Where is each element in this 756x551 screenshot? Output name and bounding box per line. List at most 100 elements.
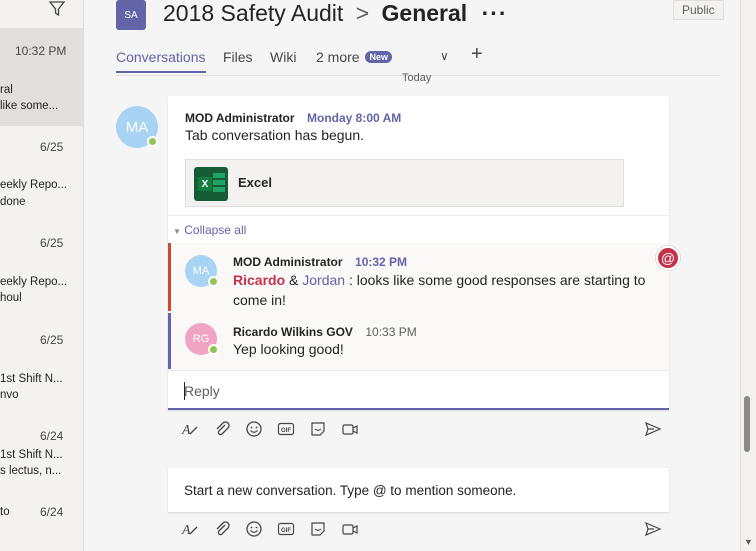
reply-placeholder: Reply — [184, 383, 220, 399]
chat-title: 1st Shift N... — [0, 373, 63, 385]
gif-icon[interactable]: GIF — [277, 420, 295, 438]
channel-name: General — [381, 0, 468, 26]
meet-now-icon[interactable] — [341, 520, 359, 538]
avatar-initials: MA — [192, 265, 210, 277]
filter-icon[interactable] — [48, 0, 66, 18]
author-name: MOD Administrator — [185, 111, 295, 125]
avatar-initials: RG — [192, 333, 210, 345]
message-header: MOD Administrator Monday 8:00 AM — [185, 109, 401, 127]
svg-text:A: A — [181, 523, 191, 538]
chat-preview: like some... — [0, 100, 59, 112]
svg-text:GIF: GIF — [281, 428, 291, 434]
chat-title: ral — [0, 84, 13, 96]
replies: MA MOD Administrator 10:32 PM Ricardo & … — [168, 243, 669, 370]
tab-more[interactable]: 2 more New — [316, 49, 392, 65]
chat-time: 6/25 — [40, 140, 64, 154]
collapse-label: Collapse all — [184, 223, 247, 237]
chat-preview: s lectus, n... — [0, 465, 62, 477]
chat-title: eekly Repo... — [0, 179, 68, 191]
chat-preview: done — [0, 196, 26, 208]
svg-text:GIF: GIF — [281, 528, 291, 534]
channel-tabs: Conversations Files Wiki 2 more New ∨ + — [116, 40, 720, 76]
timestamp: Monday 8:00 AM — [307, 111, 402, 125]
gif-icon[interactable]: GIF — [277, 520, 295, 538]
mention-ricardo[interactable]: Ricardo — [233, 272, 285, 288]
presence-icon — [208, 344, 219, 355]
chat-time: 6/24 — [40, 429, 64, 443]
meet-now-icon[interactable] — [341, 420, 359, 438]
compose-toolbar: A GIF — [181, 520, 669, 542]
chat-list-item[interactable]: 6/25 1st Shift N... nvo — [0, 327, 83, 417]
ampersand: & — [285, 272, 303, 288]
reply-input[interactable]: Reply — [168, 370, 669, 410]
chat-list-pane: 10:32 PM ral like some... 6/25 eekly Rep… — [0, 0, 84, 551]
chat-time: 6/25 — [40, 236, 64, 250]
timestamp: 10:32 PM — [355, 255, 408, 269]
new-badge: New — [365, 51, 392, 63]
avatar-initials: MA — [125, 118, 149, 136]
emoji-icon[interactable] — [245, 420, 263, 438]
tab-more-label: 2 more — [316, 49, 360, 65]
date-divider: Today — [402, 72, 432, 84]
more-options-icon[interactable]: ··· — [482, 0, 508, 26]
mention-jordan[interactable]: Jordan — [302, 272, 345, 288]
chevron-down-icon[interactable]: ∨ — [440, 49, 449, 63]
chat-title: 1st Shift N... — [0, 449, 63, 461]
breadcrumb-separator: > — [355, 0, 370, 26]
attach-icon[interactable] — [213, 420, 231, 438]
channel-header: 2018 Safety Audit > General ··· — [163, 0, 508, 27]
scrollbar[interactable]: ▼ — [740, 0, 756, 551]
author-name: Ricardo Wilkins GOV — [233, 325, 353, 339]
add-tab-icon[interactable]: + — [471, 43, 483, 66]
chat-title: eekly Repo... — [0, 276, 68, 288]
chat-title: to — [0, 506, 10, 518]
chat-preview: nvo — [0, 389, 19, 401]
timestamp: 10:33 PM — [365, 325, 417, 339]
caret-down-icon: ▼ — [173, 227, 181, 236]
chat-list-item[interactable]: 6/25 eekly Repo... done — [0, 134, 83, 224]
reply-toolbar: A GIF — [181, 420, 669, 442]
author-name: MOD Administrator — [233, 255, 343, 269]
chat-time: 6/25 — [40, 333, 64, 347]
collapse-all-link[interactable]: ▼ Collapse all — [168, 215, 669, 243]
team-avatar: SA — [116, 0, 146, 30]
reply-item: RG Ricardo Wilkins GOV 10:33 PM Yep look… — [168, 313, 669, 369]
message-text: Tab conversation has begun. — [185, 127, 365, 143]
presence-icon — [147, 136, 158, 147]
message-text: Yep looking good! — [233, 341, 344, 357]
attachment-card[interactable]: X Excel — [185, 159, 624, 207]
sticker-icon[interactable] — [309, 420, 327, 438]
team-name[interactable]: 2018 Safety Audit — [163, 0, 343, 26]
mention-icon: @ — [656, 246, 680, 270]
tab-conversations[interactable]: Conversations — [116, 49, 206, 73]
tab-wiki[interactable]: Wiki — [270, 49, 296, 65]
format-icon[interactable]: A — [181, 520, 199, 538]
scrollbar-thumb[interactable] — [744, 396, 750, 452]
message-header: MOD Administrator 10:32 PM — [233, 253, 407, 271]
excel-icon: X — [194, 167, 228, 201]
message-header: Ricardo Wilkins GOV 10:33 PM — [233, 323, 417, 341]
chat-list-item[interactable]: 6/24 to — [0, 499, 83, 539]
new-conversation-input[interactable]: Start a new conversation. Type @ to ment… — [168, 468, 669, 512]
chat-time: 6/24 — [40, 505, 64, 519]
sticker-icon[interactable] — [309, 520, 327, 538]
emoji-icon[interactable] — [245, 520, 263, 538]
chat-list-item[interactable]: 10:32 PM ral like some... — [0, 28, 83, 126]
svg-text:A: A — [181, 423, 191, 438]
format-icon[interactable]: A — [181, 420, 199, 438]
channel-pane: SA 2018 Safety Audit > General ··· Publi… — [85, 0, 740, 551]
message-text: Ricardo & Jordan : looks like some good … — [233, 270, 653, 310]
reply-item: MA MOD Administrator 10:32 PM Ricardo & … — [168, 243, 669, 311]
send-icon[interactable] — [644, 520, 662, 538]
tab-files[interactable]: Files — [223, 49, 253, 65]
chat-preview: houl — [0, 292, 22, 304]
send-icon[interactable] — [644, 420, 662, 438]
chat-time: 10:32 PM — [15, 44, 67, 58]
presence-icon — [208, 276, 219, 287]
attachment-name: Excel — [238, 175, 272, 190]
attach-icon[interactable] — [213, 520, 231, 538]
scroll-down-icon[interactable]: ▼ — [744, 537, 753, 547]
conversation-thread: MOD Administrator Monday 8:00 AM Tab con… — [168, 96, 669, 410]
chat-list-item[interactable]: 6/25 eekly Repo... houl — [0, 230, 83, 320]
visibility-badge: Public — [673, 0, 724, 20]
